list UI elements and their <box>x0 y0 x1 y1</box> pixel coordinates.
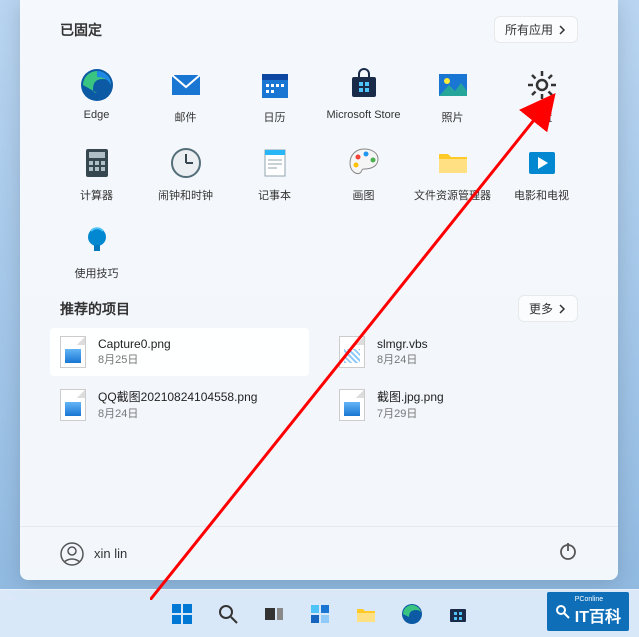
search-icon <box>555 604 571 620</box>
app-label: 画图 <box>353 187 375 203</box>
store-icon <box>346 67 382 103</box>
watermark-small: PConline <box>575 596 621 603</box>
start-menu: 已固定 所有应用 Edge 邮件 日历 <box>20 0 618 580</box>
image-file-icon <box>60 336 86 368</box>
store-button[interactable] <box>438 594 478 634</box>
app-label: 日历 <box>264 109 286 125</box>
app-mail[interactable]: 邮件 <box>141 59 230 133</box>
app-label: 电影和电视 <box>514 187 569 203</box>
app-label: 计算器 <box>80 187 113 203</box>
file-name: Capture0.png <box>98 337 171 351</box>
taskbar <box>0 589 639 637</box>
app-label: 设置 <box>531 109 553 125</box>
pinned-header: 已固定 所有应用 <box>20 0 618 51</box>
notepad-icon <box>257 145 293 181</box>
app-calendar[interactable]: 日历 <box>230 59 319 133</box>
user-name: xin lin <box>94 546 127 561</box>
file-date: 7月29日 <box>377 405 444 421</box>
photos-icon <box>435 67 471 103</box>
recommended-title: 推荐的项目 <box>60 299 130 319</box>
app-edge[interactable]: Edge <box>52 59 141 133</box>
windows-icon <box>170 602 194 626</box>
app-label: Edge <box>84 109 110 121</box>
app-clock[interactable]: 闹钟和时钟 <box>141 137 230 211</box>
app-label: 邮件 <box>175 109 197 125</box>
store-icon <box>447 603 469 625</box>
app-tips[interactable]: 使用技巧 <box>52 215 141 289</box>
recommended-grid: Capture0.png 8月25日 slmgr.vbs 8月24日 QQ截图2… <box>20 328 618 429</box>
recommended-item[interactable]: 截图.jpg.png 7月29日 <box>329 380 588 429</box>
app-store[interactable]: Microsoft Store <box>319 59 408 133</box>
folder-icon <box>354 602 378 626</box>
image-file-icon <box>60 389 86 421</box>
file-name: QQ截图20210824104558.png <box>98 388 257 405</box>
watermark: PConline IT百科 <box>547 592 629 631</box>
all-apps-label: 所有应用 <box>505 21 553 38</box>
app-movies[interactable]: 电影和电视 <box>497 137 586 211</box>
app-label: 记事本 <box>258 187 291 203</box>
start-button[interactable] <box>162 594 202 634</box>
movies-icon <box>524 145 560 181</box>
app-photos[interactable]: 照片 <box>408 59 497 133</box>
file-date: 8月25日 <box>98 351 171 367</box>
recommended-item[interactable]: slmgr.vbs 8月24日 <box>329 328 588 376</box>
user-icon <box>60 542 84 566</box>
explorer-button[interactable] <box>346 594 386 634</box>
widgets-icon <box>309 603 331 625</box>
taskview-button[interactable] <box>254 594 294 634</box>
recommended-header: 推荐的项目 更多 <box>20 289 618 328</box>
widgets-button[interactable] <box>300 594 340 634</box>
tips-icon <box>79 223 115 259</box>
paint-icon <box>346 145 382 181</box>
app-label: 文件资源管理器 <box>414 187 491 203</box>
mail-icon <box>168 67 204 103</box>
watermark-big: IT百科 <box>575 603 621 627</box>
more-label: 更多 <box>529 300 553 317</box>
calendar-icon <box>257 67 293 103</box>
file-date: 8月24日 <box>377 351 428 367</box>
power-button[interactable] <box>558 541 578 566</box>
app-paint[interactable]: 画图 <box>319 137 408 211</box>
file-name: 截图.jpg.png <box>377 388 444 405</box>
power-icon <box>558 541 578 561</box>
pinned-grid: Edge 邮件 日历 Microsoft Store 照片 <box>20 51 618 289</box>
taskview-icon <box>263 603 285 625</box>
search-button[interactable] <box>208 594 248 634</box>
recommended-item[interactable]: Capture0.png 8月25日 <box>50 328 309 376</box>
clock-icon <box>168 145 204 181</box>
chevron-right-icon <box>557 25 567 35</box>
app-settings[interactable]: 设置 <box>497 59 586 133</box>
app-explorer[interactable]: 文件资源管理器 <box>408 137 497 211</box>
folder-icon <box>435 145 471 181</box>
recommended-item[interactable]: QQ截图20210824104558.png 8月24日 <box>50 380 309 429</box>
gear-icon <box>524 67 560 103</box>
app-calculator[interactable]: 计算器 <box>52 137 141 211</box>
app-notepad[interactable]: 记事本 <box>230 137 319 211</box>
chevron-right-icon <box>557 304 567 314</box>
user-account-button[interactable]: xin lin <box>60 542 127 566</box>
all-apps-button[interactable]: 所有应用 <box>494 16 578 43</box>
file-name: slmgr.vbs <box>377 337 428 351</box>
pinned-title: 已固定 <box>60 20 102 40</box>
app-label: 使用技巧 <box>75 265 119 281</box>
edge-icon <box>79 67 115 103</box>
app-label: 照片 <box>442 109 464 125</box>
edge-button[interactable] <box>392 594 432 634</box>
search-icon <box>217 603 239 625</box>
app-label: Microsoft Store <box>327 109 401 121</box>
app-label: 闹钟和时钟 <box>158 187 213 203</box>
start-footer: xin lin <box>20 526 618 580</box>
edge-icon <box>400 602 424 626</box>
file-date: 8月24日 <box>98 405 257 421</box>
image-file-icon <box>339 389 365 421</box>
more-button[interactable]: 更多 <box>518 295 578 322</box>
calculator-icon <box>79 145 115 181</box>
script-file-icon <box>339 336 365 368</box>
